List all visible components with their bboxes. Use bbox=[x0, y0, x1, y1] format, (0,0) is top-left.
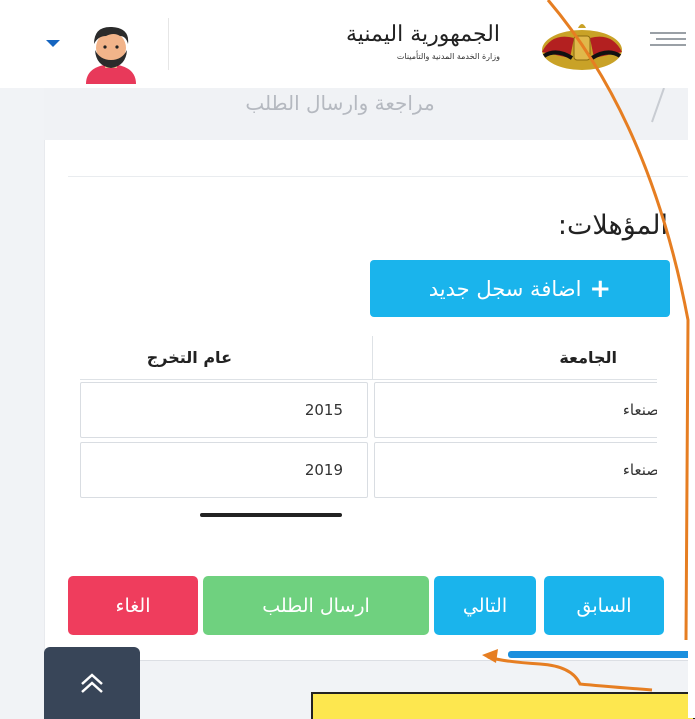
column-header-graduation-year: عام التخرج bbox=[80, 336, 372, 380]
section-divider bbox=[68, 176, 695, 177]
add-record-label: اضافة سجل جديد bbox=[428, 276, 582, 301]
horizontal-scrollbar[interactable] bbox=[200, 513, 342, 517]
scroll-top-button[interactable] bbox=[44, 647, 140, 719]
table-cell-graduation-year: 2015 bbox=[80, 382, 368, 438]
table-cell-university: صنعاء bbox=[374, 442, 657, 498]
card-bottom-border bbox=[44, 660, 695, 661]
app-header: الجمهورية اليمنية وزارة الخدمة المدنية و… bbox=[0, 0, 695, 88]
cancel-button[interactable]: الغاء bbox=[68, 576, 198, 635]
current-step-label: مراجعة وارسال الطلب bbox=[245, 91, 435, 115]
caret-down-icon[interactable] bbox=[46, 40, 60, 47]
table-cell-graduation-year: 2019 bbox=[80, 442, 368, 498]
yemen-emblem-icon bbox=[542, 24, 622, 70]
progress-indicator bbox=[508, 651, 692, 658]
plus-icon: + bbox=[589, 273, 612, 304]
logo-title: الجمهورية اليمنية bbox=[345, 22, 500, 47]
previous-button[interactable]: السابق bbox=[544, 576, 664, 635]
add-record-button[interactable]: + اضافة سجل جديد bbox=[370, 260, 670, 317]
table-cell-university: صنعاء bbox=[374, 382, 657, 438]
header-divider bbox=[168, 18, 169, 70]
next-button[interactable]: التالي bbox=[434, 576, 536, 635]
page-edge bbox=[688, 88, 695, 718]
qualifications-table[interactable]: الجامعة عام التخرج صنعاء 2015 صنعاء 2019 bbox=[80, 336, 657, 504]
qualifications-title: المؤهلات: bbox=[557, 210, 668, 241]
ministry-logo: الجمهورية اليمنية وزارة الخدمة المدنية و… bbox=[345, 18, 642, 72]
step-separator-icon bbox=[651, 88, 665, 123]
hamburger-menu-icon[interactable] bbox=[650, 32, 686, 54]
annotation-callout-box bbox=[311, 692, 695, 719]
column-header-university: الجامعة bbox=[372, 336, 657, 380]
user-avatar-icon[interactable] bbox=[76, 22, 146, 84]
double-chevron-up-icon bbox=[81, 673, 103, 693]
submit-request-button[interactable]: ارسال الطلب bbox=[203, 576, 429, 635]
logo-subtitle: وزارة الخدمة المدنية والتأمينات bbox=[396, 52, 500, 61]
